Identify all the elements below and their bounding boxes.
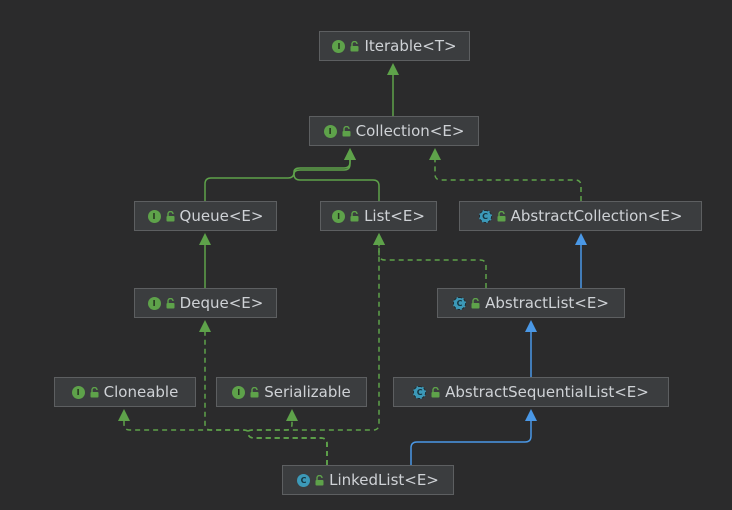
lock-open-icon [350, 210, 359, 221]
node-label: Cloneable [103, 382, 179, 401]
node-label: AbstractList<E> [485, 293, 609, 312]
node-label: Deque<E> [179, 293, 264, 312]
node-label: AbstractSequentialList<E> [445, 382, 649, 401]
lock-open-icon [315, 474, 324, 485]
edge-linkedlist-to-abstractsequentiallist [410, 409, 537, 465]
interface-icon: I [147, 296, 161, 310]
edge-abstractlist-to-list [373, 233, 487, 288]
abstract-class-icon: C [453, 296, 467, 310]
lock-open-icon [90, 386, 99, 397]
node-abstractlist[interactable]: C AbstractList<E> [437, 288, 625, 318]
interface-icon: I [332, 209, 346, 223]
node-abstractsequentiallist[interactable]: C AbstractSequentialList<E> [393, 377, 669, 407]
node-label: LinkedList<E> [329, 470, 439, 489]
lock-open-icon [342, 125, 351, 136]
interface-icon: I [71, 385, 85, 399]
interface-icon: I [323, 124, 337, 138]
edge-abstractcollection-to-collection [429, 148, 582, 201]
edge-linkedlist-to-cloneable [118, 409, 328, 465]
node-serializable[interactable]: I Serializable [216, 377, 367, 407]
lock-open-icon [250, 386, 259, 397]
edge-linkedlist-to-list [247, 233, 385, 465]
node-label: List<E> [364, 206, 425, 225]
interface-icon: I [332, 39, 346, 53]
node-label: AbstractCollection<E> [510, 206, 683, 225]
node-abstractcollection[interactable]: C AbstractCollection<E> [459, 201, 702, 231]
abstract-class-icon: C [478, 209, 492, 223]
lock-open-icon [350, 40, 359, 51]
inheritance-edges [118, 63, 587, 465]
node-collection[interactable]: I Collection<E> [309, 116, 479, 146]
node-label: Collection<E> [355, 121, 465, 140]
edge-linkedlist-to-serializable [247, 409, 328, 465]
node-label: Iterable<T> [364, 36, 457, 55]
lock-open-icon [166, 297, 175, 308]
edge-queue-to-collection [204, 148, 356, 201]
abstract-class-icon: C [413, 385, 427, 399]
node-cloneable[interactable]: I Cloneable [54, 377, 196, 407]
node-linkedlist[interactable]: C LinkedList<E> [282, 465, 454, 495]
class-icon: C [297, 473, 311, 487]
uml-class-diagram: I Iterable<T> I Collection<E> I Queue<E>… [0, 0, 732, 510]
lock-open-icon [431, 386, 440, 397]
interface-icon: I [147, 209, 161, 223]
interface-icon: I [232, 385, 246, 399]
node-label: Serializable [264, 382, 351, 401]
node-deque[interactable]: I Deque<E> [134, 288, 277, 318]
lock-open-icon [497, 210, 506, 221]
edge-list-to-collection [293, 148, 380, 201]
node-label: Queue<E> [179, 206, 264, 225]
node-iterable[interactable]: I Iterable<T> [319, 31, 470, 61]
node-list[interactable]: I List<E> [320, 201, 437, 231]
lock-open-icon [471, 297, 480, 308]
node-queue[interactable]: I Queue<E> [134, 201, 277, 231]
lock-open-icon [166, 210, 175, 221]
